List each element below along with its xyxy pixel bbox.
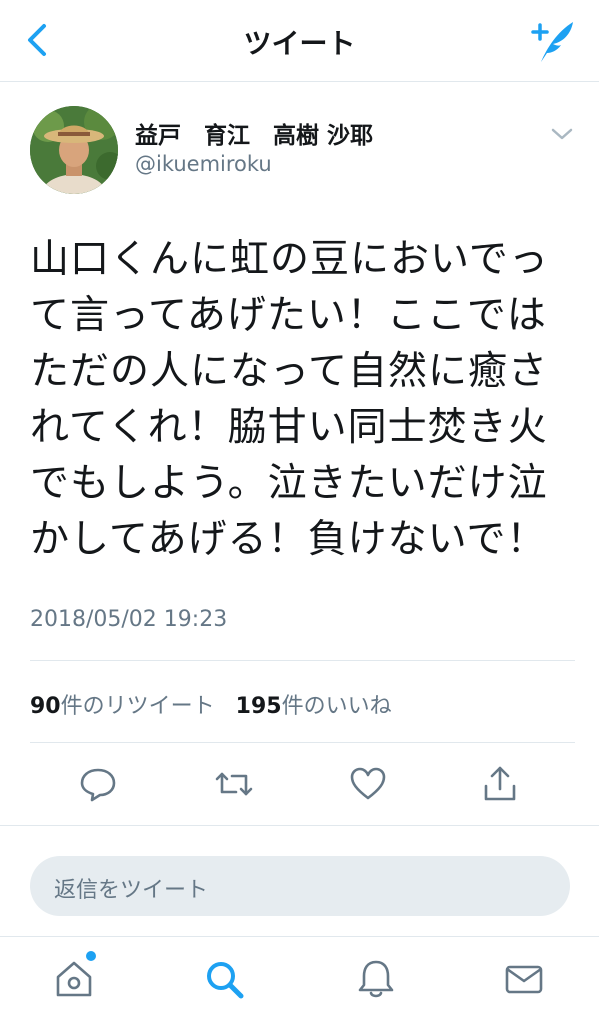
- profile-photo: [30, 106, 118, 194]
- tweet-line: 山口くんに虹の豆においでっ: [30, 237, 549, 282]
- avatar[interactable]: [30, 106, 118, 194]
- search-icon[interactable]: [202, 957, 246, 1001]
- tweet-line: ただの人になって自然に癒さ: [30, 349, 549, 394]
- tweet-line: れてくれ！脇甘い同士焚き火: [30, 405, 548, 450]
- like-count: 195: [235, 694, 282, 719]
- home-icon[interactable]: [52, 957, 96, 1001]
- divider: [30, 660, 575, 661]
- share-icon[interactable]: [480, 764, 520, 804]
- chevron-down-icon[interactable]: [548, 124, 576, 144]
- tweet-line: かしてあげる！負けないで！: [30, 517, 547, 562]
- compose-tweet-icon[interactable]: [527, 18, 577, 64]
- retweet-icon[interactable]: [214, 764, 254, 804]
- notifications-icon[interactable]: [354, 957, 398, 1001]
- top-navigation-bar: ツイート: [0, 0, 599, 82]
- section-divider: [0, 825, 599, 837]
- display-name[interactable]: 益戸 育江 高樹 沙耶: [135, 116, 373, 150]
- reply-input[interactable]: 返信をツイート: [30, 856, 570, 916]
- retweet-label: 件のリツイート: [60, 694, 215, 719]
- reply-icon[interactable]: [78, 764, 118, 804]
- tweet-actions: [0, 760, 599, 810]
- tweet-stats: 90件のリツイート 195件のいいね: [30, 688, 406, 720]
- bottom-tab-bar: [0, 936, 599, 1024]
- user-handle[interactable]: @ikuemiroku: [135, 152, 272, 176]
- home-notification-dot: [86, 951, 96, 961]
- tweet-line: て言ってあげたい！ここでは: [30, 293, 547, 338]
- like-label: 件のいいね: [281, 694, 392, 719]
- tweet-timestamp: 2018/05/02 19:23: [30, 607, 228, 632]
- messages-icon[interactable]: [502, 957, 546, 1001]
- like-icon[interactable]: [348, 764, 388, 804]
- tweet-text: 山口くんに虹の豆においでっ て言ってあげたい！ここでは ただの人になって自然に癒…: [30, 232, 575, 568]
- retweet-count-link[interactable]: 90件のリツイート: [30, 694, 215, 719]
- reply-placeholder: 返信をツイート: [54, 878, 209, 903]
- page-title: ツイート: [243, 27, 356, 60]
- divider: [30, 742, 575, 743]
- retweet-count: 90: [30, 694, 61, 719]
- tweet-line: でもしよう。泣きたいだけ泣: [30, 461, 548, 506]
- like-count-link[interactable]: 195件のいいね: [236, 694, 392, 719]
